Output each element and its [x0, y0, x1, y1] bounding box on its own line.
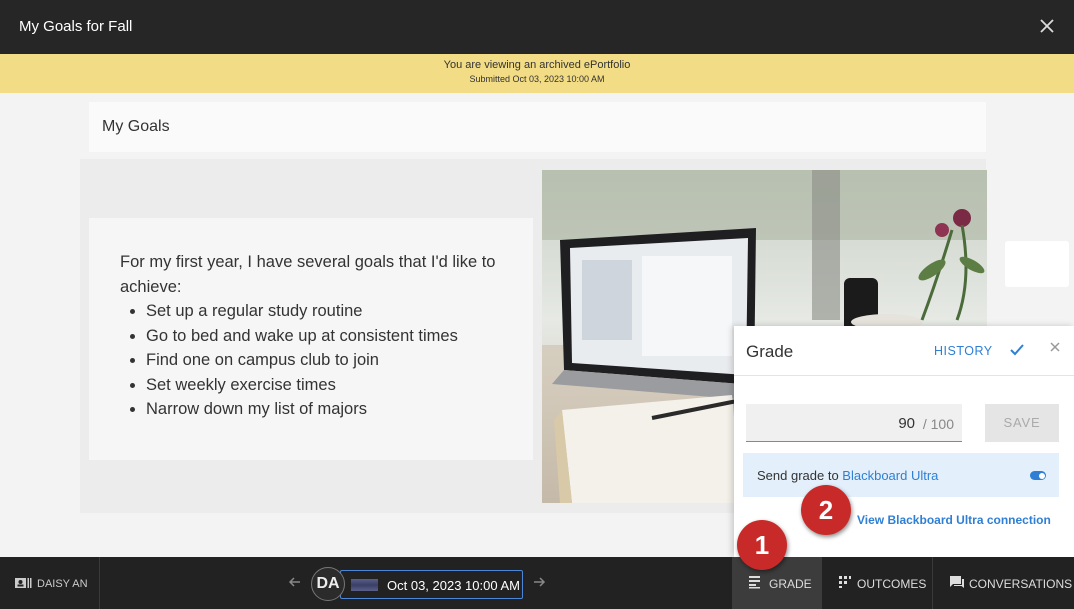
avatar: DA	[311, 567, 345, 601]
send-grade-label: Send grade to Blackboard Ultra	[757, 468, 938, 483]
bottom-bar: DAISY AN Oct 03, 2023 10:00 AM DA GRADE …	[0, 557, 1074, 609]
goal-item: Set weekly exercise times	[120, 373, 513, 398]
goals-intro: For my first year, I have several goals …	[120, 253, 496, 296]
student-info[interactable]: DAISY AN	[0, 557, 100, 609]
grade-panel: Grade HISTORY 90 / 100 SAVE Send grade t…	[734, 326, 1074, 557]
submitted-date: Submitted Oct 03, 2023 10:00 AM	[469, 74, 605, 84]
tab-outcomes[interactable]: OUTCOMES	[822, 557, 933, 609]
archived-banner: You are viewing an archived ePortfolio S…	[0, 54, 1074, 93]
page-title: My Goals	[102, 118, 170, 135]
submission-thumbnail	[351, 579, 378, 591]
tab-conversations[interactable]: CONVERSATIONS	[933, 557, 1074, 609]
grade-max-score: / 100	[922, 416, 954, 432]
step-marker-1: 1	[737, 520, 787, 570]
save-button[interactable]: SAVE	[985, 404, 1059, 442]
step-marker-2: 2	[801, 485, 851, 535]
chat-icon	[949, 575, 965, 592]
collapsed-panel-tab	[1005, 241, 1069, 287]
grade-score-input[interactable]: 90 / 100	[746, 404, 962, 442]
goal-item: Narrow down my list of majors	[120, 397, 513, 422]
outcomes-icon	[838, 575, 852, 592]
close-icon[interactable]	[1034, 13, 1060, 39]
view-connection-link[interactable]: View Blackboard Ultra connection	[857, 513, 1051, 527]
tab-conversations-label: CONVERSATIONS	[969, 577, 1073, 591]
send-grade-row: Send grade to Blackboard Ultra	[743, 453, 1059, 497]
next-arrow-icon[interactable]	[531, 574, 547, 595]
grade-panel-title: Grade	[746, 342, 794, 361]
check-icon[interactable]	[1008, 341, 1026, 364]
send-grade-prefix: Send grade to	[757, 468, 843, 483]
tab-grade-label: GRADE	[769, 577, 812, 591]
send-grade-toggle[interactable]	[1030, 471, 1046, 480]
goals-list: Set up a regular study routine Go to bed…	[120, 299, 513, 422]
section-title-card: My Goals	[89, 102, 986, 152]
tab-outcomes-label: OUTCOMES	[857, 577, 927, 591]
submission-selector[interactable]: Oct 03, 2023 10:00 AM	[340, 570, 523, 599]
archived-notice: You are viewing an archived ePortfolio	[443, 59, 631, 71]
id-card-icon	[14, 576, 32, 595]
grade-panel-header: Grade HISTORY	[734, 326, 1074, 376]
history-link[interactable]: HISTORY	[934, 344, 993, 358]
goals-text-block: For my first year, I have several goals …	[89, 218, 533, 460]
grade-score-value: 90	[898, 415, 915, 432]
title-bar: My Goals for Fall	[0, 0, 1074, 54]
blackboard-ultra-link[interactable]: Blackboard Ultra	[842, 468, 938, 483]
goal-item: Set up a regular study routine	[120, 299, 513, 324]
goal-item: Find one on campus club to join	[120, 348, 513, 373]
close-icon[interactable]	[1048, 340, 1062, 359]
student-name: DAISY AN	[37, 578, 88, 590]
goal-item: Go to bed and wake up at consistent time…	[120, 324, 513, 349]
grade-list-icon	[748, 575, 762, 592]
previous-arrow-icon[interactable]	[287, 574, 303, 595]
window-title: My Goals for Fall	[19, 18, 133, 35]
submission-date-label: Oct 03, 2023 10:00 AM	[387, 578, 520, 593]
